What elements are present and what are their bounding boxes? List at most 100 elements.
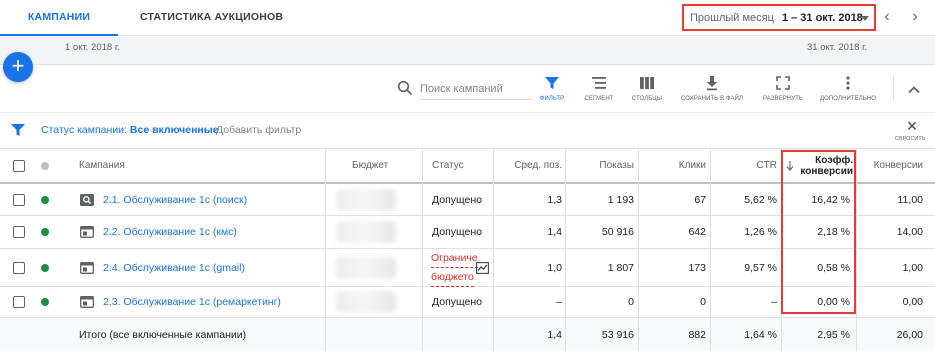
total-impressions: 53 916 bbox=[601, 328, 634, 341]
total-row-label: Итого (все включенные кампании) bbox=[79, 328, 247, 341]
ctr-value: – bbox=[771, 296, 777, 308]
ctr-value: 1,26 % bbox=[744, 226, 777, 238]
ctr-value: 9,57 % bbox=[744, 261, 777, 274]
enabled-status-dot-icon bbox=[41, 263, 49, 272]
conversions-value: 11,00 bbox=[897, 193, 924, 206]
status-limited-line2: бюджето bbox=[431, 268, 474, 287]
total-conv-rate: 2,95 % bbox=[817, 328, 850, 341]
sort-arrow-down-icon bbox=[786, 149, 794, 182]
expand-button-label: РАЗВЕРНУТЬ bbox=[763, 96, 803, 102]
col-header-clicks[interactable]: Клики bbox=[638, 149, 706, 182]
avg-position-value: – bbox=[556, 296, 562, 308]
column-divider bbox=[325, 149, 326, 351]
conv-rate-value: 2,18 % bbox=[817, 226, 850, 238]
clicks-value: 642 bbox=[688, 226, 706, 238]
reset-filters-label[interactable]: СБРОСИТЬ bbox=[895, 136, 925, 142]
impressions-value: 1 807 bbox=[607, 261, 634, 274]
toolbar-divider bbox=[893, 76, 894, 100]
total-ctr: 1,64 % bbox=[744, 328, 777, 341]
budget-redacted bbox=[336, 188, 396, 211]
row-checkbox[interactable] bbox=[13, 261, 25, 274]
column-divider bbox=[710, 149, 711, 351]
timeline-strip: 1 окт. 2018 г. 31 окт. 2018 г. bbox=[0, 37, 935, 65]
tab-auction-insights[interactable]: СТАТИСТИКА АУКЦИОНОВ bbox=[140, 0, 283, 36]
close-icon[interactable]: × bbox=[903, 117, 921, 135]
col-header-campaign[interactable]: Кампания bbox=[79, 149, 125, 182]
display-campaign-icon bbox=[80, 226, 94, 238]
column-divider bbox=[856, 149, 857, 351]
campaign-name-link[interactable]: 2.1. Обслуживание 1с (поиск) bbox=[103, 194, 247, 206]
next-period-icon[interactable]: › bbox=[908, 9, 922, 25]
segment-icon bbox=[592, 77, 606, 89]
col-header-impressions[interactable]: Показы bbox=[565, 149, 634, 182]
campaign-name-link[interactable]: 2.3. Обслуживание 1с (ремаркетинг) bbox=[103, 296, 281, 308]
date-preset-label: Прошлый месяц bbox=[690, 11, 774, 24]
fullscreen-icon bbox=[776, 76, 790, 90]
col-header-conversions[interactable]: Конверсии bbox=[860, 149, 923, 182]
search-campaign-icon bbox=[80, 193, 94, 206]
col-header-conv-rate[interactable]: Коэфф. конверсии bbox=[798, 149, 853, 182]
table-toolbar: ФИЛЬТР СЕГМЕНТ СТОЛБЦЫ СОХРАНИТЬ В ФАЙЛ … bbox=[0, 66, 935, 112]
campaign-status: Допущено bbox=[432, 226, 483, 238]
filter-chip-prefix: Статус кампании: bbox=[41, 124, 127, 136]
previous-period-icon[interactable]: ‹ bbox=[880, 9, 894, 25]
top-tab-bar: КАМПАНИИ СТАТИСТИКА АУКЦИОНОВ Прошлый ме… bbox=[0, 0, 935, 36]
search-icon bbox=[397, 80, 413, 96]
download-icon bbox=[707, 76, 717, 91]
conv-rate-value: 0,00 % bbox=[817, 296, 850, 308]
campaign-name-link[interactable]: 2.2. Обслуживание 1с (кмс) bbox=[103, 226, 237, 238]
budget-redacted bbox=[336, 256, 396, 279]
select-all-checkbox[interactable] bbox=[13, 159, 25, 172]
total-avg-position: 1,4 bbox=[547, 328, 562, 341]
chevron-up-icon[interactable] bbox=[906, 82, 922, 98]
campaign-status: Допущено bbox=[432, 296, 483, 308]
tab-campaigns[interactable]: КАМПАНИИ bbox=[0, 0, 118, 36]
campaign-status-limited[interactable]: Ограниче бюджето bbox=[431, 249, 478, 287]
avg-position-value: 1,3 bbox=[547, 193, 562, 206]
total-clicks: 882 bbox=[688, 328, 706, 341]
row-checkbox[interactable] bbox=[13, 296, 25, 308]
filter-bar: Статус кампании: Все включенные Добавить… bbox=[0, 112, 935, 149]
download-button[interactable]: СОХРАНИТЬ В ФАЙЛ bbox=[680, 74, 744, 102]
impressions-value: 0 bbox=[628, 296, 634, 308]
clicks-value: 67 bbox=[694, 193, 706, 206]
dropdown-caret-icon bbox=[861, 16, 869, 21]
filter-chip-value: Все включенные bbox=[129, 124, 219, 136]
display-campaign-icon bbox=[80, 296, 94, 308]
row-checkbox[interactable] bbox=[13, 193, 25, 206]
table-total-row: Итого (все включенные кампании) 1,4 53 9… bbox=[0, 318, 935, 351]
col-header-status[interactable]: Статус bbox=[432, 149, 464, 182]
expand-button[interactable]: РАЗВЕРНУТЬ bbox=[751, 74, 815, 102]
col-header-avg-position[interactable]: Сред. поз. bbox=[495, 149, 562, 182]
more-button[interactable]: ДОПОЛНИТЕЛЬНО bbox=[816, 74, 880, 102]
column-divider bbox=[638, 149, 639, 351]
total-conversions: 26,00 bbox=[896, 328, 923, 341]
col-header-conv-rate-line1: Коэфф. bbox=[815, 154, 853, 166]
table-row: 2.1. Обслуживание 1с (поиск) Допущено 1,… bbox=[0, 184, 935, 216]
col-header-budget[interactable]: Бюджет bbox=[352, 149, 388, 182]
conv-rate-value: 0,58 % bbox=[817, 261, 850, 274]
col-header-ctr[interactable]: CTR bbox=[710, 149, 777, 182]
columns-button[interactable]: СТОЛБЦЫ bbox=[615, 74, 679, 102]
date-range-picker[interactable]: Прошлый месяц 1 – 31 окт. 2018 bbox=[682, 4, 876, 31]
columns-icon bbox=[640, 77, 654, 89]
table-row: 2.4. Обслуживание 1с (gmail) Ограниче бю… bbox=[0, 249, 935, 287]
campaign-name-link[interactable]: 2.4. Обслуживание 1с (gmail) bbox=[103, 262, 245, 274]
table-row: 2.2. Обслуживание 1с (кмс) Допущено 1,4 … bbox=[0, 216, 935, 249]
row-checkbox[interactable] bbox=[13, 226, 25, 238]
search-campaigns-input[interactable] bbox=[420, 78, 532, 100]
conv-rate-value: 16,42 % bbox=[811, 193, 850, 206]
table-header-row: Кампания Бюджет Статус Сред. поз. Показы… bbox=[0, 149, 935, 184]
conversions-value: 1,00 bbox=[902, 261, 923, 274]
enabled-status-dot-icon bbox=[41, 228, 49, 236]
enabled-status-dot-icon bbox=[41, 195, 49, 204]
status-limited-line1: Ограниче bbox=[431, 249, 478, 268]
campaign-status-filter-chip[interactable]: Статус кампании: Все включенные bbox=[41, 124, 219, 136]
campaign-status: Допущено bbox=[432, 193, 483, 206]
add-filter-link[interactable]: Добавить фильтр bbox=[216, 124, 301, 136]
column-divider bbox=[493, 149, 494, 351]
column-divider bbox=[422, 149, 423, 351]
conversions-value: 0,00 bbox=[902, 296, 923, 308]
table-row: 2.3. Обслуживание 1с (ремаркетинг) Допущ… bbox=[0, 287, 935, 318]
trend-chart-icon[interactable] bbox=[476, 249, 489, 286]
